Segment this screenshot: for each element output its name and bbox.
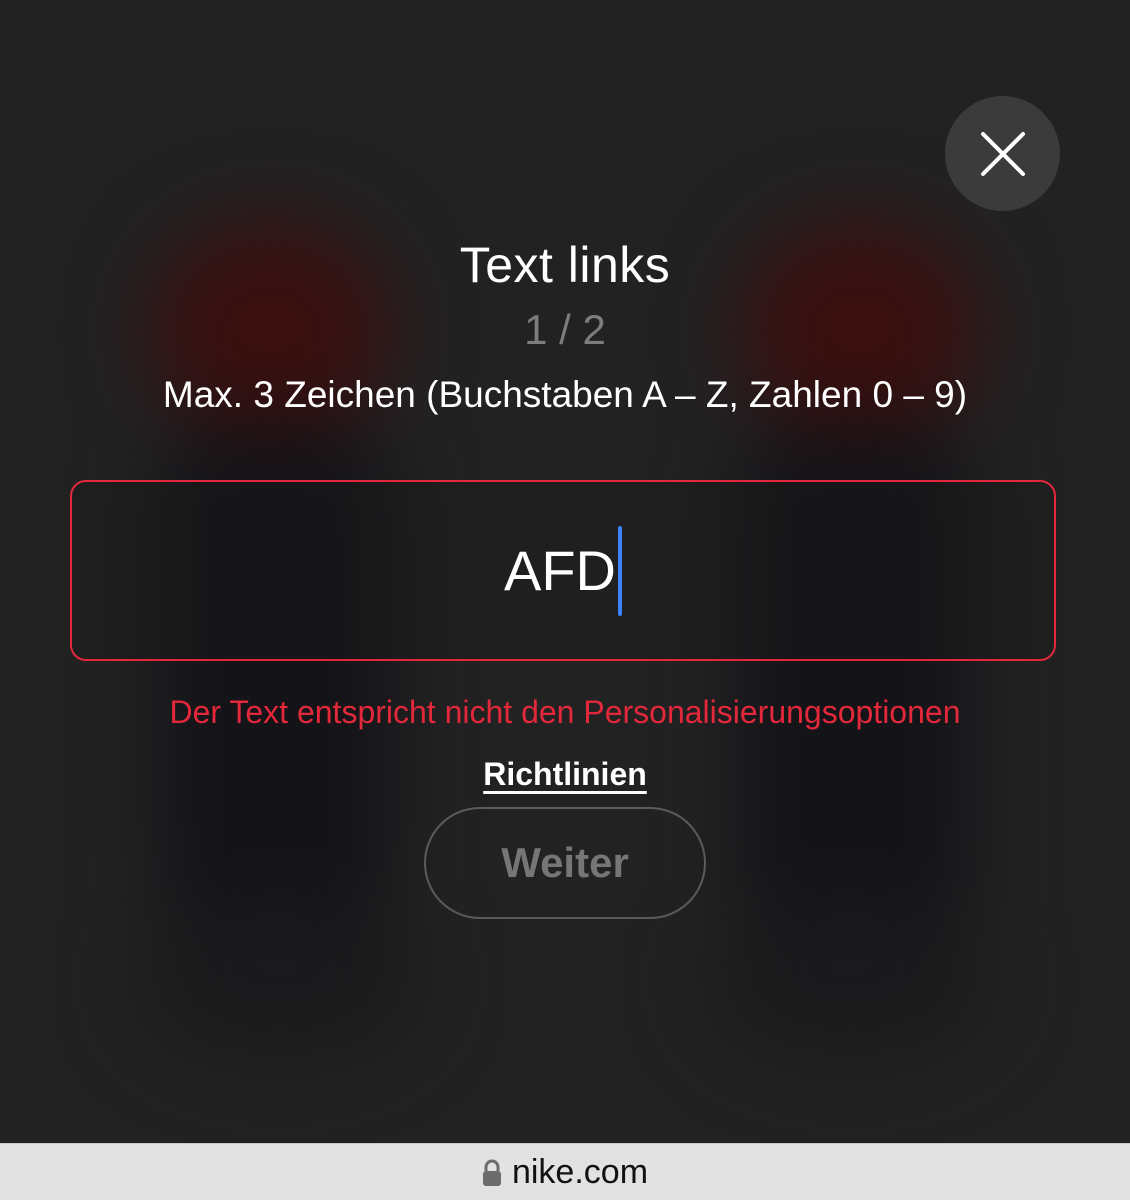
- input-value-text: AFD: [504, 538, 616, 602]
- guidelines-link-row: Richtlinien: [0, 756, 1130, 793]
- close-button[interactable]: [945, 96, 1060, 211]
- url-text: nike.com: [511, 1153, 649, 1191]
- lock-icon: [482, 1159, 501, 1186]
- next-button[interactable]: Weiter: [424, 807, 706, 919]
- error-message: Der Text entspricht nicht den Personalis…: [169, 694, 961, 730]
- customization-overlay: Text links 1 / 2 Max. 3 Zeichen (Buchsta…: [0, 0, 1130, 1200]
- step-indicator: 1 / 2: [524, 306, 606, 353]
- close-icon: [980, 131, 1025, 176]
- personalization-text-input[interactable]: AFD: [70, 480, 1056, 661]
- input-value: AFD: [504, 525, 622, 616]
- input-hint: Max. 3 Zeichen (Buchstaben A – Z, Zahlen…: [162, 374, 968, 415]
- dialog-title: Text links: [459, 237, 671, 293]
- text-caret: [618, 525, 622, 616]
- guidelines-link[interactable]: Richtlinien: [483, 756, 647, 792]
- browser-url-bar[interactable]: nike.com: [0, 1143, 1130, 1200]
